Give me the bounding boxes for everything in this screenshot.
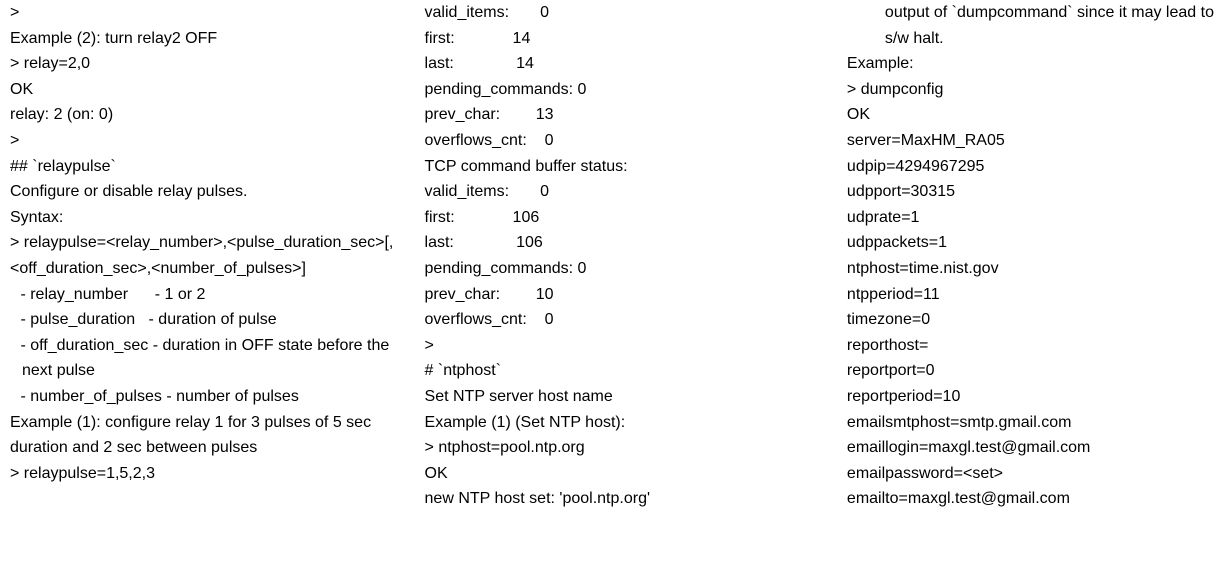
text-line: TCP command buffer status: — [425, 154, 835, 180]
text-line: reporthost= — [847, 333, 1220, 359]
text-line: > — [425, 333, 835, 359]
text-line: OK — [10, 77, 413, 103]
text-line: reportperiod=10 — [847, 384, 1220, 410]
text-line: emailto=maxgl.test@gmail.com — [847, 486, 1220, 512]
text-line: - off_duration_sec - duration in OFF sta… — [10, 333, 413, 384]
text-line: last: 106 — [425, 230, 835, 256]
text-line: pending_commands: 0 — [425, 256, 835, 282]
text-line: udprate=1 — [847, 205, 1220, 231]
text-line: Example: — [847, 51, 1220, 77]
text-line: Example (1) (Set NTP host): — [425, 410, 835, 436]
text-line: Configure or disable relay pulses. — [10, 179, 413, 205]
text-line: - number_of_pulses - number of pulses — [10, 384, 413, 410]
text-line: # `ntphost` — [425, 358, 835, 384]
text-line: overflows_cnt: 0 — [425, 307, 835, 333]
text-line: > relay=2,0 — [10, 51, 413, 77]
text-line: OK — [847, 102, 1220, 128]
page-columns: > Example (2): turn relay2 OFF > relay=2… — [0, 0, 1226, 512]
text-line: > ntphost=pool.ntp.org — [425, 435, 835, 461]
text-line: > relaypulse=<relay_number>,<pulse_durat… — [10, 230, 413, 281]
text-line: emailpassword=<set> — [847, 461, 1220, 487]
text-line: Set NTP server host name — [425, 384, 835, 410]
text-line: overflows_cnt: 0 — [425, 128, 835, 154]
text-line: - pulse_duration - duration of pulse — [10, 307, 413, 333]
text-line: new NTP host set: 'pool.ntp.org' — [425, 486, 835, 512]
text-line: udppackets=1 — [847, 230, 1220, 256]
text-line: > — [10, 0, 413, 26]
text-line: valid_items: 0 — [425, 179, 835, 205]
text-line: Example (1): configure relay 1 for 3 pul… — [10, 410, 413, 461]
text-line: - relay_number - 1 or 2 — [10, 282, 413, 308]
column-1: > Example (2): turn relay2 OFF > relay=2… — [0, 0, 419, 512]
text-line: server=MaxHM_RA05 — [847, 128, 1220, 154]
text-line: first: 14 — [425, 26, 835, 52]
text-line: ## `relaypulse` — [10, 154, 413, 180]
text-line: timezone=0 — [847, 307, 1220, 333]
column-3: output of `dumpcommand` since it may lea… — [841, 0, 1226, 512]
text-line: > — [10, 128, 413, 154]
text-line: ntpperiod=11 — [847, 282, 1220, 308]
text-line: first: 106 — [425, 205, 835, 231]
text-line: emaillogin=maxgl.test@gmail.com — [847, 435, 1220, 461]
column-2: valid_items: 0 first: 14 last: 14 pendin… — [419, 0, 841, 512]
text-line: Syntax: — [10, 205, 413, 231]
text-line: valid_items: 0 — [425, 0, 835, 26]
text-line: > dumpconfig — [847, 77, 1220, 103]
text-line: udpport=30315 — [847, 179, 1220, 205]
text-line: relay: 2 (on: 0) — [10, 102, 413, 128]
text-line: reportport=0 — [847, 358, 1220, 384]
text-line: > relaypulse=1,5,2,3 — [10, 461, 413, 487]
text-line: prev_char: 10 — [425, 282, 835, 308]
text-line: last: 14 — [425, 51, 835, 77]
text-line: OK — [425, 461, 835, 487]
text-line: pending_commands: 0 — [425, 77, 835, 103]
text-line: emailsmtphost=smtp.gmail.com — [847, 410, 1220, 436]
text-line: udpip=4294967295 — [847, 154, 1220, 180]
text-line: prev_char: 13 — [425, 102, 835, 128]
text-line: output of `dumpcommand` since it may lea… — [847, 0, 1220, 51]
text-line: ntphost=time.nist.gov — [847, 256, 1220, 282]
text-line: Example (2): turn relay2 OFF — [10, 26, 413, 52]
